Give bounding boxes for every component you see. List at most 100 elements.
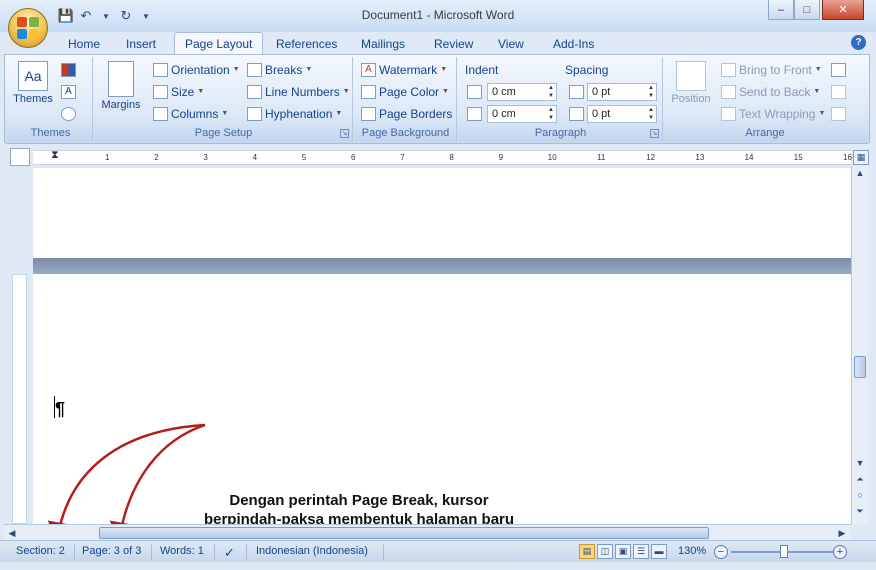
zoom-out-icon[interactable]: − (714, 545, 728, 559)
ruler-tick-label: 15 (793, 153, 803, 162)
send-to-back-button[interactable]: Send to Back ▼ (721, 83, 820, 101)
spacing-before-input[interactable]: 0 pt ▲ ▼ (587, 83, 657, 101)
tab-view[interactable]: View (488, 34, 534, 54)
line-numbers-button[interactable]: Line Numbers ▼ (247, 83, 350, 101)
paragraph-launcher-icon[interactable]: ↘ (650, 129, 659, 138)
position-button[interactable]: Position (671, 61, 711, 105)
status-language[interactable]: Indonesian (Indonesia) (256, 545, 368, 557)
spinner-arrows-icon[interactable]: ▲ ▼ (648, 106, 654, 122)
theme-effects-button[interactable] (61, 105, 76, 123)
page-color-button[interactable]: Page Color ▼ (361, 83, 449, 101)
vertical-scroll-thumb[interactable] (854, 356, 866, 378)
group-button[interactable] (831, 83, 846, 101)
spinner-arrows-icon[interactable]: ▲ ▼ (548, 84, 554, 100)
outline-view-icon[interactable]: ☰ (633, 544, 649, 559)
scroll-up-icon[interactable]: ▲ (854, 166, 866, 180)
page-color-label: Page Color (379, 85, 440, 99)
columns-button[interactable]: Columns ▼ (153, 105, 228, 123)
group-themes: Aa Themes A Themes (9, 57, 93, 141)
draft-view-icon[interactable]: ▬ (651, 544, 667, 559)
rotate-button[interactable] (831, 105, 846, 123)
proofing-icon[interactable]: ✓ (224, 545, 235, 561)
tab-page-layout[interactable]: Page Layout (174, 32, 264, 55)
close-button[interactable]: ✕ (822, 0, 864, 20)
theme-colors-button[interactable] (61, 61, 76, 79)
position-icon (676, 61, 706, 91)
tab-add-ins[interactable]: Add-Ins (543, 34, 604, 54)
watermark-button[interactable]: A Watermark ▼ (361, 61, 447, 79)
indent-marker-icon[interactable]: ⧗ (51, 149, 59, 162)
theme-fonts-button[interactable]: A (61, 83, 76, 101)
spinner-arrows-icon[interactable]: ▲ ▼ (548, 106, 554, 122)
ruler-tick-label: 9 (498, 153, 504, 162)
tab-mailings[interactable]: Mailings (351, 34, 415, 54)
page-previous[interactable] (33, 168, 851, 258)
tab-references[interactable]: References (266, 34, 347, 54)
document-area[interactable]: ¶ Dengan perintah Page Break, kursor ber… (33, 168, 851, 524)
position-label: Position (671, 93, 711, 105)
full-screen-reading-view-icon[interactable]: ◫ (597, 544, 613, 559)
office-logo-icon (17, 17, 39, 39)
spacing-before-icon (569, 85, 584, 99)
breaks-button[interactable]: Breaks ▼ (247, 61, 312, 79)
status-words[interactable]: Words: 1 (160, 545, 204, 557)
chevron-down-icon: ▼ (305, 66, 313, 73)
spacing-after-input[interactable]: 0 pt ▲ ▼ (587, 105, 657, 123)
bring-to-front-label: Bring to Front (739, 63, 812, 77)
web-layout-view-icon[interactable]: ▣ (615, 544, 631, 559)
scroll-right-icon[interactable]: ▶ (836, 526, 848, 540)
paragraph-mark: ¶ (55, 399, 66, 419)
status-page[interactable]: Page: 3 of 3 (82, 545, 141, 557)
maximize-button[interactable]: □ (794, 0, 820, 20)
scroll-left-icon[interactable]: ◀ (6, 526, 18, 540)
bring-to-front-button[interactable]: Bring to Front ▼ (721, 61, 822, 79)
status-section[interactable]: Section: 2 (16, 545, 65, 557)
ribbon-tabs: Home Insert Page Layout References Maili… (0, 32, 876, 55)
status-divider (151, 544, 152, 560)
page-current[interactable]: ¶ Dengan perintah Page Break, kursor ber… (33, 274, 851, 524)
spinner-arrows-icon[interactable]: ▲ ▼ (648, 84, 654, 100)
chevron-down-icon: ▼ (232, 66, 240, 73)
zoom-in-icon[interactable]: + (833, 545, 847, 559)
orientation-button[interactable]: Orientation ▼ (153, 61, 240, 79)
tab-home[interactable]: Home (58, 34, 110, 54)
vertical-ruler[interactable] (12, 274, 27, 524)
tab-review[interactable]: Review (424, 34, 483, 54)
ruler-tick-label: 5 (301, 153, 307, 162)
window-title: Document1 - Microsoft Word (361, 8, 515, 22)
size-button[interactable]: Size ▼ (153, 83, 204, 101)
group-label-page-background: Page Background (355, 126, 456, 141)
tab-selector-button[interactable] (10, 148, 30, 166)
zoom-level[interactable]: 130% (678, 545, 706, 557)
group-arrange: Position Bring to Front ▼ Send to Back ▼ T… (665, 57, 865, 141)
indent-left-input[interactable]: 0 cm ▲ ▼ (487, 83, 557, 101)
tab-insert[interactable]: Insert (116, 34, 166, 54)
previous-page-icon[interactable]: ⏶ (854, 472, 866, 486)
status-divider (214, 544, 215, 560)
print-layout-view-icon[interactable]: ▤ (579, 544, 595, 559)
indent-right-input[interactable]: 0 cm ▲ ▼ (487, 105, 557, 123)
align-button[interactable] (831, 61, 846, 79)
margins-button[interactable]: Margins (101, 61, 141, 111)
text-wrapping-button[interactable]: Text Wrapping ▼ (721, 105, 825, 123)
horizontal-ruler[interactable]: 1 2 3 4 5 6 7 8 9 10 11 12 13 14 15 16 ⧗ (33, 149, 852, 165)
annotation-text: Dengan perintah Page Break, kursor berpi… (203, 492, 515, 524)
page-setup-launcher-icon[interactable]: ↘ (340, 129, 349, 138)
help-icon[interactable]: ? (851, 35, 866, 50)
vertical-scrollbar[interactable]: ▲ ▼ ⏶ ○ ⏷ (851, 166, 868, 524)
horizontal-scrollbar[interactable]: ◀ ▶ (4, 524, 851, 540)
select-browse-object-icon[interactable]: ○ (854, 488, 866, 502)
zoom-slider-thumb[interactable] (780, 545, 788, 558)
hyphenation-button[interactable]: Hyphenation ▼ (247, 105, 342, 123)
minimize-button[interactable]: – (768, 0, 794, 20)
scroll-down-icon[interactable]: ▼ (854, 456, 866, 470)
horizontal-scroll-thumb[interactable] (99, 527, 709, 539)
size-icon (153, 85, 168, 99)
office-button[interactable] (8, 8, 48, 48)
send-to-back-label: Send to Back (739, 85, 811, 99)
next-page-icon[interactable]: ⏷ (854, 504, 866, 518)
page-borders-button[interactable]: Page Borders (361, 105, 452, 123)
themes-button[interactable]: Aa Themes (13, 61, 53, 105)
view-ruler-button[interactable]: ▦ (853, 150, 869, 165)
text-wrapping-label: Text Wrapping (739, 107, 816, 121)
